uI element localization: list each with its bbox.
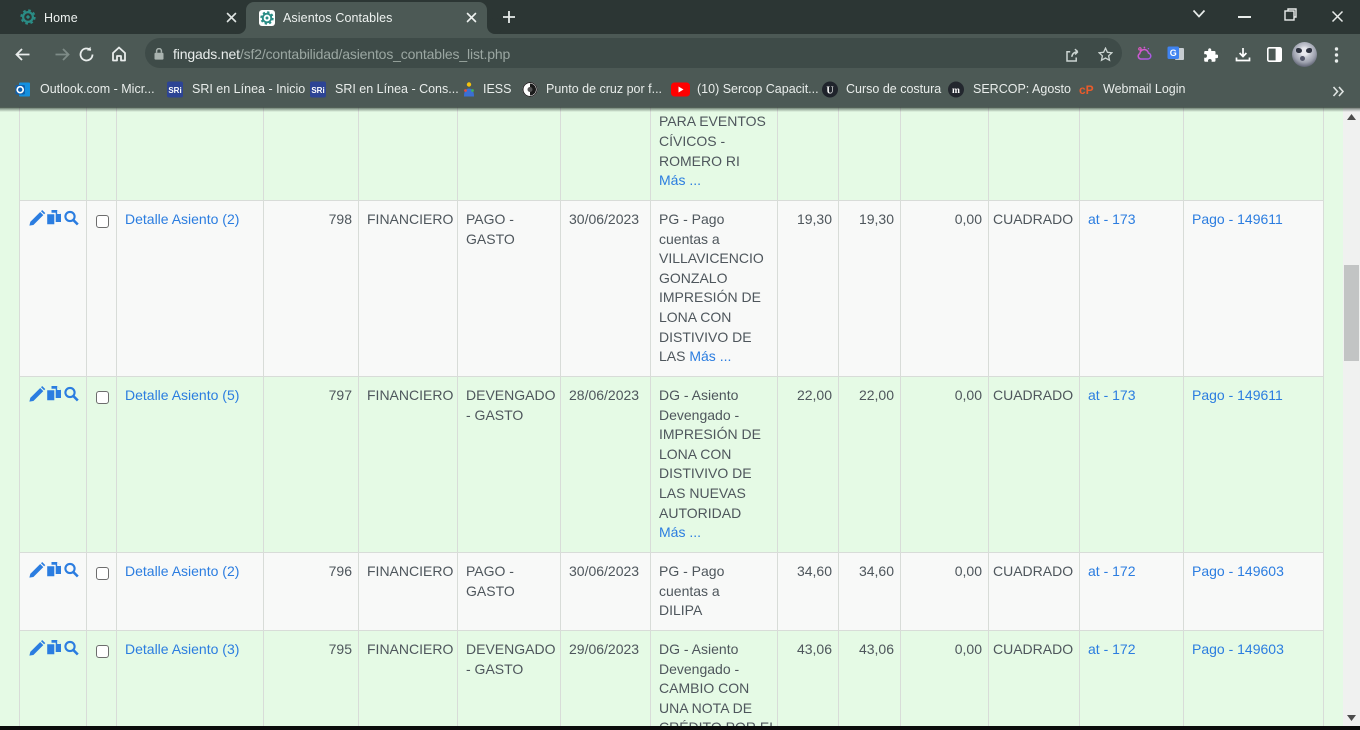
svg-text:G: G: [1170, 48, 1177, 58]
svg-text:SRi: SRi: [311, 86, 324, 95]
svg-text:U: U: [826, 86, 833, 97]
svg-text:cP: cP: [1079, 83, 1094, 97]
svg-text:m: m: [952, 86, 960, 96]
svg-text:SRi: SRi: [168, 86, 181, 95]
